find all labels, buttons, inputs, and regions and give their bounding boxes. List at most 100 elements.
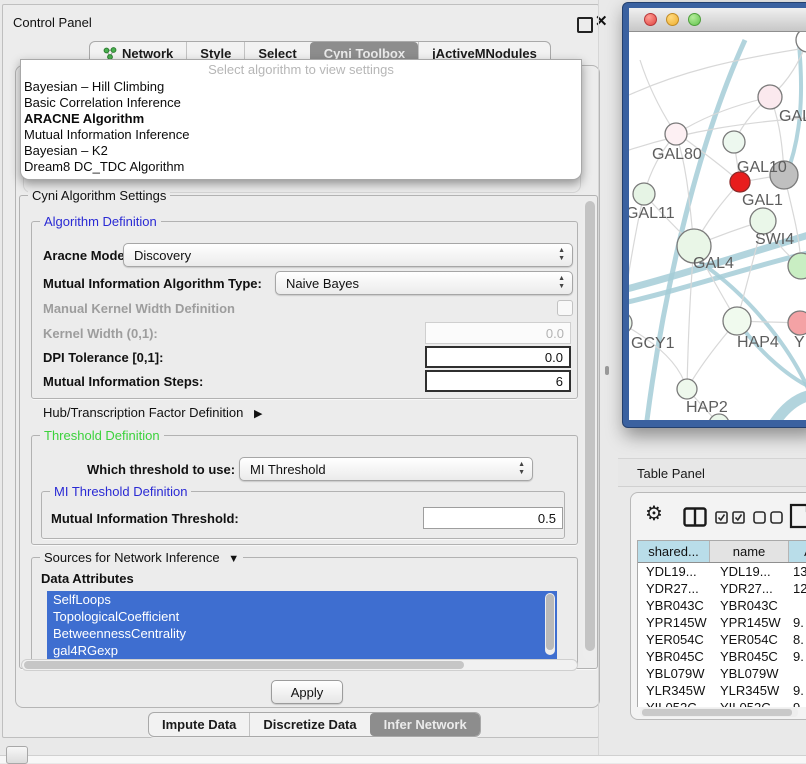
table-cell: YLR345W (710, 682, 789, 699)
table-row[interactable]: YBR043CYBR043C (638, 597, 806, 614)
table-row[interactable]: YDL19...YDL19...13 (638, 563, 806, 580)
column-header-name[interactable]: name (710, 541, 789, 562)
algorithm-option-mutual-information-inference[interactable]: Mutual Information Inference (21, 127, 581, 143)
algorithm-option-aracne-algorithm[interactable]: ARACNE Algorithm (21, 111, 581, 127)
apply-button[interactable]: Apply (271, 680, 343, 704)
table-panel-titlebar: Table Panel (618, 458, 806, 487)
node-hap4[interactable] (723, 307, 751, 335)
mi-threshold-label: Mutual Information Threshold: (51, 511, 239, 526)
control-panel-title: Control Panel (13, 15, 92, 30)
node-salmon[interactable] (788, 311, 806, 335)
table-cell: YBR043C (710, 597, 789, 614)
table-cell: 9. (789, 614, 806, 631)
column-header-a[interactable]: A (789, 541, 806, 562)
select-all-icon[interactable] (715, 511, 745, 524)
dpi-tolerance-input[interactable]: 0.0 (425, 346, 571, 368)
table-row[interactable]: YLR345WYLR345W9. (638, 682, 806, 699)
float-window-icon[interactable] (577, 17, 593, 33)
data-attributes-list: SelfLoopsTopologicalCoefficientBetweenne… (47, 591, 557, 659)
mini-panel-button[interactable] (6, 746, 28, 764)
tab-infer-network[interactable]: Infer Network (370, 713, 480, 736)
mi-type-select[interactable]: Naive Bayes ▲▼ (275, 271, 573, 295)
hub-definition-toggle[interactable]: Hub/Transcription Factor Definition ▶ (43, 405, 262, 420)
combo-arrows-icon: ▲▼ (558, 247, 565, 263)
mi-threshold-input[interactable]: 0.5 (423, 507, 563, 529)
close-traffic-light-icon[interactable] (644, 13, 657, 26)
algorithm-option-dream8-dc-tdc-algorithm[interactable]: Dream8 DC_TDC Algorithm (21, 159, 581, 175)
table-cell: YBR043C (638, 597, 710, 614)
tab-impute-data[interactable]: Impute Data (149, 713, 249, 736)
attribute-selfloops[interactable]: SelfLoops (47, 591, 557, 608)
document-icon[interactable] (789, 503, 806, 529)
node-pink-top[interactable] (758, 85, 782, 109)
mi-steps-label: Mutual Information Steps: (43, 374, 203, 389)
dpi-tolerance-label: DPI Tolerance [0,1]: (43, 350, 163, 365)
network-window-titlebar[interactable] (629, 8, 806, 32)
zoom-traffic-light-icon[interactable] (688, 13, 701, 26)
attributes-vertical-scrollbar[interactable] (545, 593, 555, 655)
minimize-traffic-light-icon[interactable] (666, 13, 679, 26)
cyni-settings-legend: Cyni Algorithm Settings (28, 188, 170, 203)
kernel-width-label: Kernel Width (0,1): (43, 326, 158, 341)
gear-icon[interactable]: ⚙ (645, 501, 663, 526)
table-cell: 8. (789, 631, 806, 648)
node-gcy1[interactable] (629, 312, 632, 334)
close-icon[interactable]: ✕ (595, 12, 608, 30)
node-label-gal10: GAL10 (737, 159, 787, 176)
mi-type-label: Mutual Information Algorithm Type: (43, 276, 262, 291)
mi-threshold-legend: MI Threshold Definition (50, 484, 191, 499)
mi-steps-input[interactable]: 6 (425, 370, 571, 392)
node-gal10[interactable] (723, 131, 745, 153)
manual-kernel-checkbox[interactable] (557, 300, 573, 316)
column-header-shared[interactable]: shared... (638, 541, 710, 562)
table-cell (789, 597, 806, 614)
attribute-betweennesscentrality[interactable]: BetweennessCentrality (47, 625, 557, 642)
tab-discretize-data[interactable]: Discretize Data (249, 713, 369, 736)
table-row[interactable]: YBL079WYBL079W (638, 665, 806, 682)
deselect-all-icon[interactable] (753, 511, 783, 524)
table-cell: YBR045C (710, 648, 789, 665)
node-label-hap2: HAP2 (686, 399, 728, 416)
algorithm-options: Bayesian – Hill ClimbingBasic Correlatio… (21, 79, 581, 175)
table-cell: YDL19... (638, 563, 710, 580)
algorithm-option-bayesian-hill-climbing[interactable]: Bayesian – Hill Climbing (21, 79, 581, 95)
sources-legend[interactable]: Sources for Network Inference ▼ (40, 550, 243, 565)
node-table[interactable]: shared...nameA YDL19...YDL19...13YDR27..… (637, 540, 806, 707)
node-label-swi4: SWI4 (755, 231, 794, 248)
mi-type-value: Naive Bayes (286, 276, 359, 291)
node-gal80[interactable] (665, 123, 687, 145)
settings-vertical-scrollbar[interactable] (583, 199, 596, 661)
table-row[interactable]: YPR145WYPR145W9. (638, 614, 806, 631)
kernel-width-input[interactable]: 0.0 (425, 322, 571, 344)
algorithm-option-bayesian-k2[interactable]: Bayesian – K2 (21, 143, 581, 159)
which-threshold-select[interactable]: MI Threshold ▲▼ (239, 457, 533, 481)
network-canvas[interactable]: GALGAL80GAL10GAL1GAL11SWI4GAL4GCY1HAP4YH… (629, 31, 806, 420)
table-cell: YIL052C (638, 699, 710, 707)
table-panel-title: Table Panel (637, 466, 705, 481)
algorithm-dropdown: Select algorithm to view settings Bayesi… (20, 59, 582, 180)
algorithm-option-basic-correlation-inference[interactable]: Basic Correlation Inference (21, 95, 581, 111)
table-cell: YBR045C (638, 648, 710, 665)
node-gal11[interactable] (633, 183, 655, 205)
node-label-gcy1: GCY1 (631, 335, 675, 352)
columns-icon[interactable] (683, 507, 707, 527)
settings-horizontal-scrollbar[interactable] (21, 659, 578, 671)
node-label-gal4: GAL4 (693, 255, 734, 272)
attribute-gal4rgexp[interactable]: gal4RGexp (47, 642, 557, 659)
aracne-mode-label: Aracne Mode: (43, 248, 129, 263)
table-row[interactable]: YER054CYER054C8. (638, 631, 806, 648)
divider-drag-handle[interactable] (605, 366, 609, 375)
table-cell: 9. (789, 682, 806, 699)
control-panel-window: Control Panel ✕ NetworkStyleSelectCyni T… (2, 4, 599, 738)
aracne-mode-select[interactable]: Discovery ▲▼ (123, 243, 573, 267)
table-horizontal-scrollbar[interactable] (640, 708, 798, 717)
attribute-topologicalcoefficient[interactable]: TopologicalCoefficient (47, 608, 557, 625)
table-row[interactable]: YBR045CYBR045C9. (638, 648, 806, 665)
node-hap2[interactable] (677, 379, 697, 399)
tab-label: Discretize Data (263, 717, 356, 732)
node-label-hap4: HAP4 (737, 334, 779, 351)
table-cell: 9. (789, 648, 806, 665)
table-row[interactable]: YDR27...YDR27...12 (638, 580, 806, 597)
hub-definition-label: Hub/Transcription Factor Definition (43, 405, 243, 420)
table-row[interactable]: YIL052CYIL052C9 (638, 699, 806, 707)
